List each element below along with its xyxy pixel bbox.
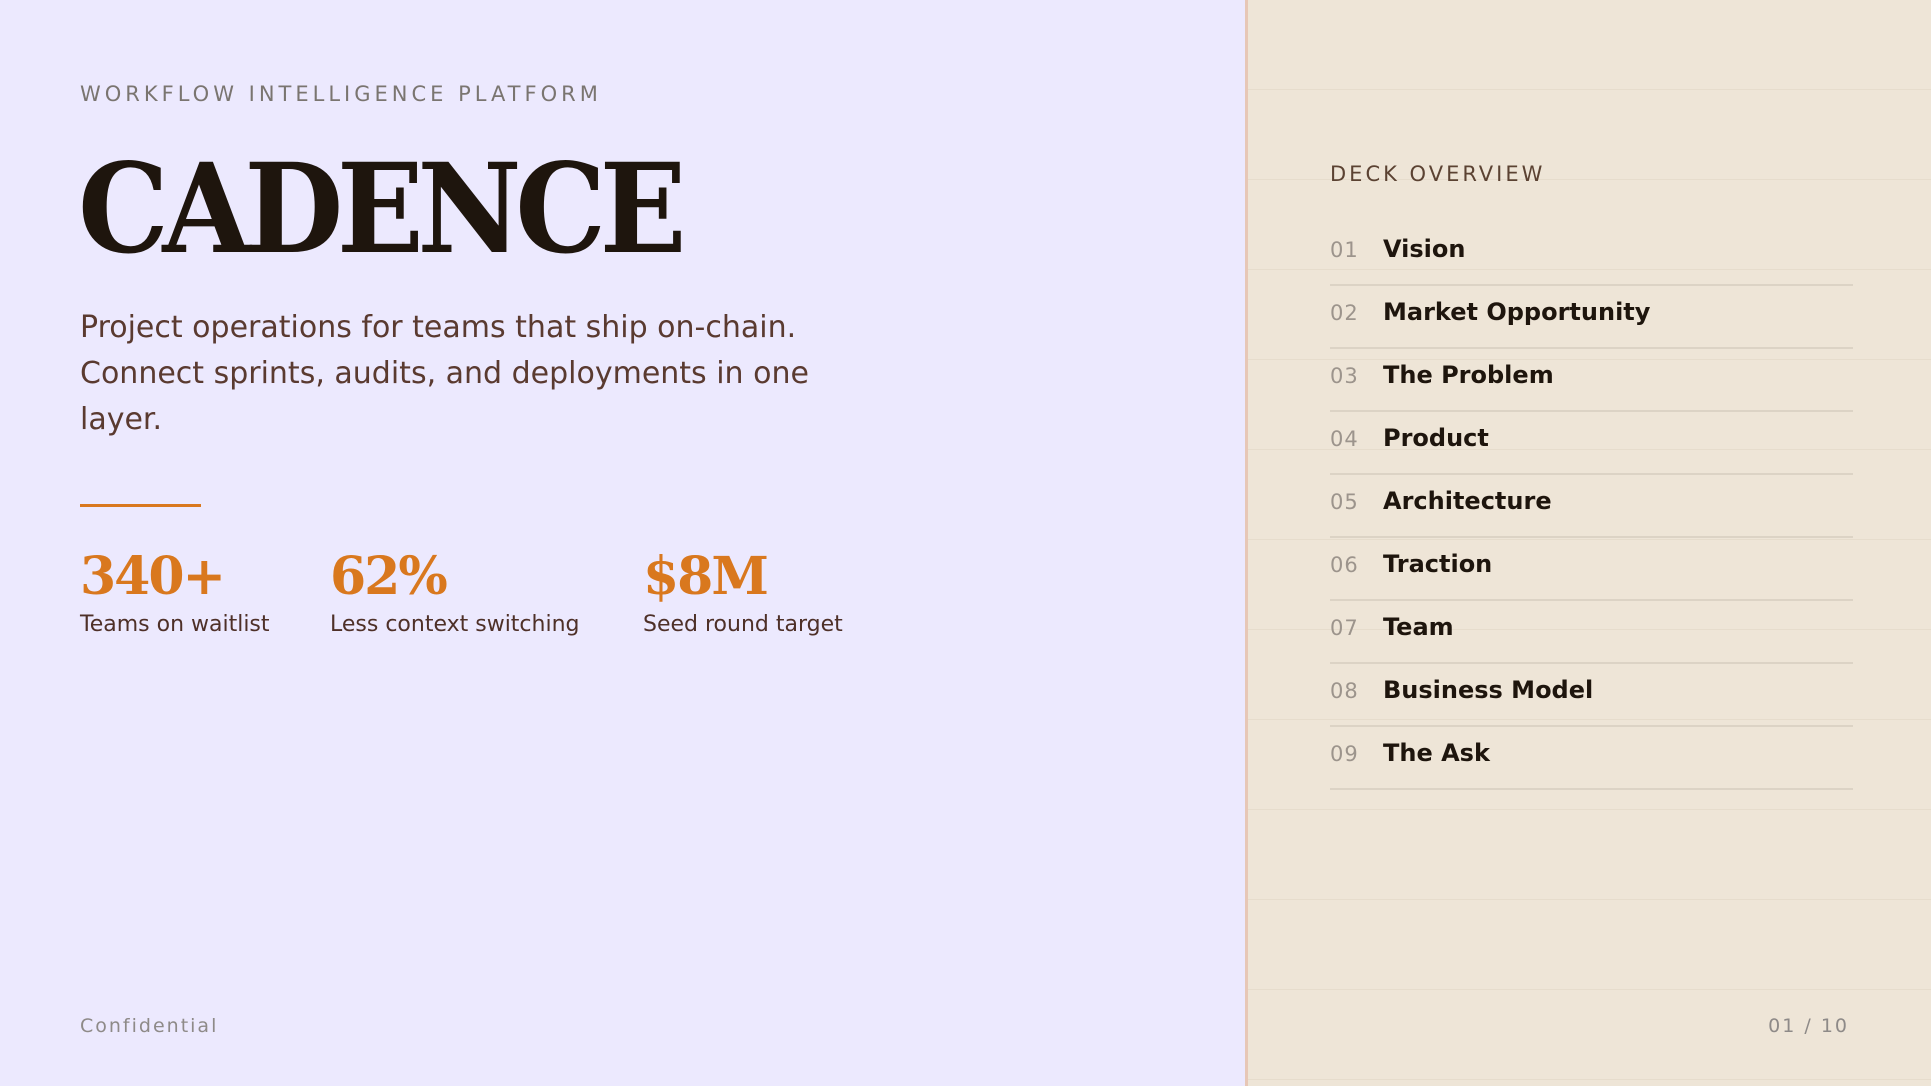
toc-item-business-model[interactable]: 08 Business Model	[1330, 664, 1853, 727]
toc-label: Market Opportunity	[1383, 298, 1651, 326]
eyebrow-label: WORKFLOW INTELLIGENCE PLATFORM	[80, 82, 602, 106]
toc-number: 02	[1330, 301, 1359, 325]
tagline: Project operations for teams that ship o…	[80, 310, 809, 437]
toc-label: Product	[1383, 424, 1489, 452]
stat-context-switching: 62% Less context switching	[330, 545, 580, 639]
toc-number: 09	[1330, 742, 1359, 766]
stat-value: 340+	[80, 546, 226, 607]
brand-title: CADENCE	[78, 137, 687, 282]
accent-divider	[80, 504, 201, 507]
toc-label: Traction	[1383, 550, 1493, 578]
toc-item-team[interactable]: 07 Team	[1330, 601, 1853, 664]
table-of-contents: 01 Vision 02 Market Opportunity 03 The P…	[1330, 223, 1853, 790]
stat-waitlist: 340+ Teams on waitlist	[80, 545, 270, 639]
toc-item-the-problem[interactable]: 03 The Problem	[1330, 349, 1853, 412]
stat-label: Teams on waitlist	[80, 612, 270, 637]
stat-label: Less context switching	[330, 612, 580, 637]
deck-overview-title: DECK OVERVIEW	[1330, 162, 1546, 186]
toc-number: 08	[1330, 679, 1359, 703]
toc-item-architecture[interactable]: 05 Architecture	[1330, 475, 1853, 538]
stat-seed-round: $8M Seed round target	[643, 545, 843, 639]
toc-label: The Ask	[1383, 739, 1490, 767]
toc-item-the-ask[interactable]: 09 The Ask	[1330, 727, 1853, 790]
deck-overview-panel: DECK OVERVIEW 01 Vision 02 Market Opport…	[1245, 0, 1931, 1086]
confidential-label: Confidential	[80, 1015, 219, 1037]
stat-label: Seed round target	[643, 612, 843, 637]
toc-number: 01	[1330, 238, 1359, 262]
toc-item-market-opportunity[interactable]: 02 Market Opportunity	[1330, 286, 1853, 349]
toc-label: Architecture	[1383, 487, 1552, 515]
toc-item-traction[interactable]: 06 Traction	[1330, 538, 1853, 601]
hero-panel: WORKFLOW INTELLIGENCE PLATFORM CADENCE P…	[0, 0, 1245, 1086]
toc-number: 03	[1330, 364, 1359, 388]
toc-number: 04	[1330, 427, 1359, 451]
toc-number: 07	[1330, 616, 1359, 640]
toc-item-product[interactable]: 04 Product	[1330, 412, 1853, 475]
stat-value: $8M	[643, 546, 769, 607]
toc-label: Vision	[1383, 235, 1466, 263]
toc-label: Team	[1383, 613, 1454, 641]
toc-number: 05	[1330, 490, 1359, 514]
toc-number: 06	[1330, 553, 1359, 577]
toc-label: Business Model	[1383, 676, 1594, 704]
stat-value: 62%	[330, 546, 448, 607]
toc-item-vision[interactable]: 01 Vision	[1330, 223, 1853, 286]
toc-label: The Problem	[1383, 361, 1554, 389]
page-indicator: 01 / 10	[1768, 1015, 1849, 1037]
